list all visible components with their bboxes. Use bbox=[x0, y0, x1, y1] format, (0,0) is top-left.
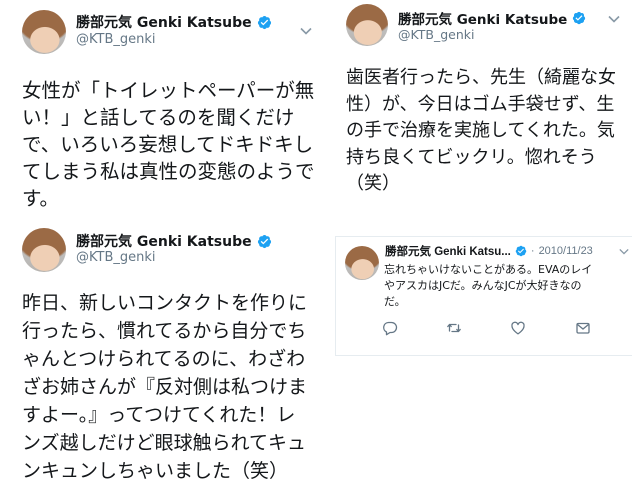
tweet-text: 歯医者行ったら、先生（綺麗な女 性）が、今日はゴム手袋せず、生 の手で治療を実施… bbox=[346, 65, 626, 198]
tweet-text-line: ゃんとつけられてるのに、わざわ bbox=[22, 348, 306, 370]
avatar[interactable] bbox=[22, 10, 66, 54]
avatar[interactable] bbox=[345, 246, 379, 280]
tweet-text-line: 女性が「トイレットペーパーが無 bbox=[22, 79, 315, 102]
date-separator: · bbox=[530, 245, 535, 257]
author-handle[interactable]: @KTB_genki bbox=[398, 27, 474, 42]
chevron-down-icon[interactable] bbox=[619, 248, 629, 255]
tweet-text-line: 行ったら、慣れてるから自分でち bbox=[22, 320, 307, 342]
tweet-text-line: すよー。』ってつけてくれた！レ bbox=[22, 404, 296, 426]
tweet-text-line: 持ち良くてビックリ。惚れそう bbox=[346, 146, 597, 168]
tweet-text: 昨日、新しいコンタクトを作りに 行ったら、慣れてるから自分でち ゃんとつけられて… bbox=[22, 289, 322, 485]
verified-badge-icon bbox=[572, 11, 586, 25]
direct-message-icon[interactable] bbox=[575, 320, 591, 336]
tweet-text-line: （笑） bbox=[346, 173, 400, 194]
tweet-text-line: 昨日、新しいコンタクトを作りに bbox=[22, 292, 308, 314]
chevron-down-icon[interactable] bbox=[300, 27, 312, 35]
chevron-down-icon[interactable] bbox=[608, 15, 620, 23]
avatar[interactable] bbox=[346, 4, 388, 46]
tweet-text-line: す。 bbox=[22, 187, 60, 210]
author-handle[interactable]: @KTB_genki bbox=[76, 250, 156, 265]
retweet-icon[interactable] bbox=[446, 320, 462, 336]
author-name[interactable]: 勝部元気 Genki Katsube bbox=[76, 231, 252, 251]
author-name[interactable]: 勝部元気 Genki Katsube bbox=[398, 8, 567, 28]
tweet-text-line: で、いろいろ妄想してドキドキし bbox=[22, 133, 314, 156]
tweet-text-line: やアスカはJCだ。みんなJCが大好きなの bbox=[384, 279, 582, 292]
author-row[interactable]: 勝部元気 Genki Katsube bbox=[76, 231, 272, 251]
author-row[interactable]: 勝部元気 Genki Katsu... · 2010/11/23 bbox=[385, 243, 617, 259]
author-name[interactable]: 勝部元気 Genki Katsube bbox=[76, 12, 252, 32]
tweet-text-line: 性）が、今日はゴム手袋せず、生 bbox=[346, 93, 615, 115]
tweet-text-line: 忘れちゃいけないことがある。EVAのレイ bbox=[384, 263, 593, 276]
like-icon[interactable] bbox=[510, 320, 526, 336]
author-name[interactable]: 勝部元気 Genki Katsu... bbox=[385, 243, 511, 259]
tweet-text-line: てしまう私は真性の変態のようで bbox=[22, 160, 315, 183]
tweet-text-line: ンズ越しだけど眼球触られてキュ bbox=[22, 432, 307, 454]
tweet-text-line: だ。 bbox=[384, 295, 406, 308]
tweet-text: 女性が「トイレットペーパーが無 い！」と話してるのを聞くだけ で、いろいろ妄想し… bbox=[22, 77, 322, 212]
tweet-date[interactable]: 2010/11/23 bbox=[539, 245, 593, 257]
verified-badge-icon bbox=[515, 245, 527, 257]
tweet-text-line: の手で治療を実施してくれた。気 bbox=[346, 120, 615, 141]
tweet-text-line: 歯医者行ったら、先生（綺麗な女 bbox=[346, 67, 616, 88]
author-row[interactable]: 勝部元気 Genki Katsube bbox=[76, 12, 272, 32]
tweet-text-line: い！」と話してるのを聞くだけ bbox=[22, 106, 295, 129]
author-row[interactable]: 勝部元気 Genki Katsube bbox=[398, 8, 586, 28]
verified-badge-icon bbox=[257, 234, 272, 249]
reply-icon[interactable] bbox=[382, 320, 398, 336]
verified-badge-icon bbox=[257, 15, 272, 30]
author-handle[interactable]: @KTB_genki bbox=[76, 32, 156, 47]
tweet-text-line: ンキュンしちゃいました（笑） bbox=[22, 460, 289, 482]
tweet-text: 忘れちゃいけないことがある。EVAのレイ やアスカはJCだ。みんなJCが大好きな… bbox=[384, 262, 624, 310]
tweet-text-line: ざお姉さんが『反対側は私つけま bbox=[22, 376, 308, 398]
avatar[interactable] bbox=[22, 228, 66, 272]
